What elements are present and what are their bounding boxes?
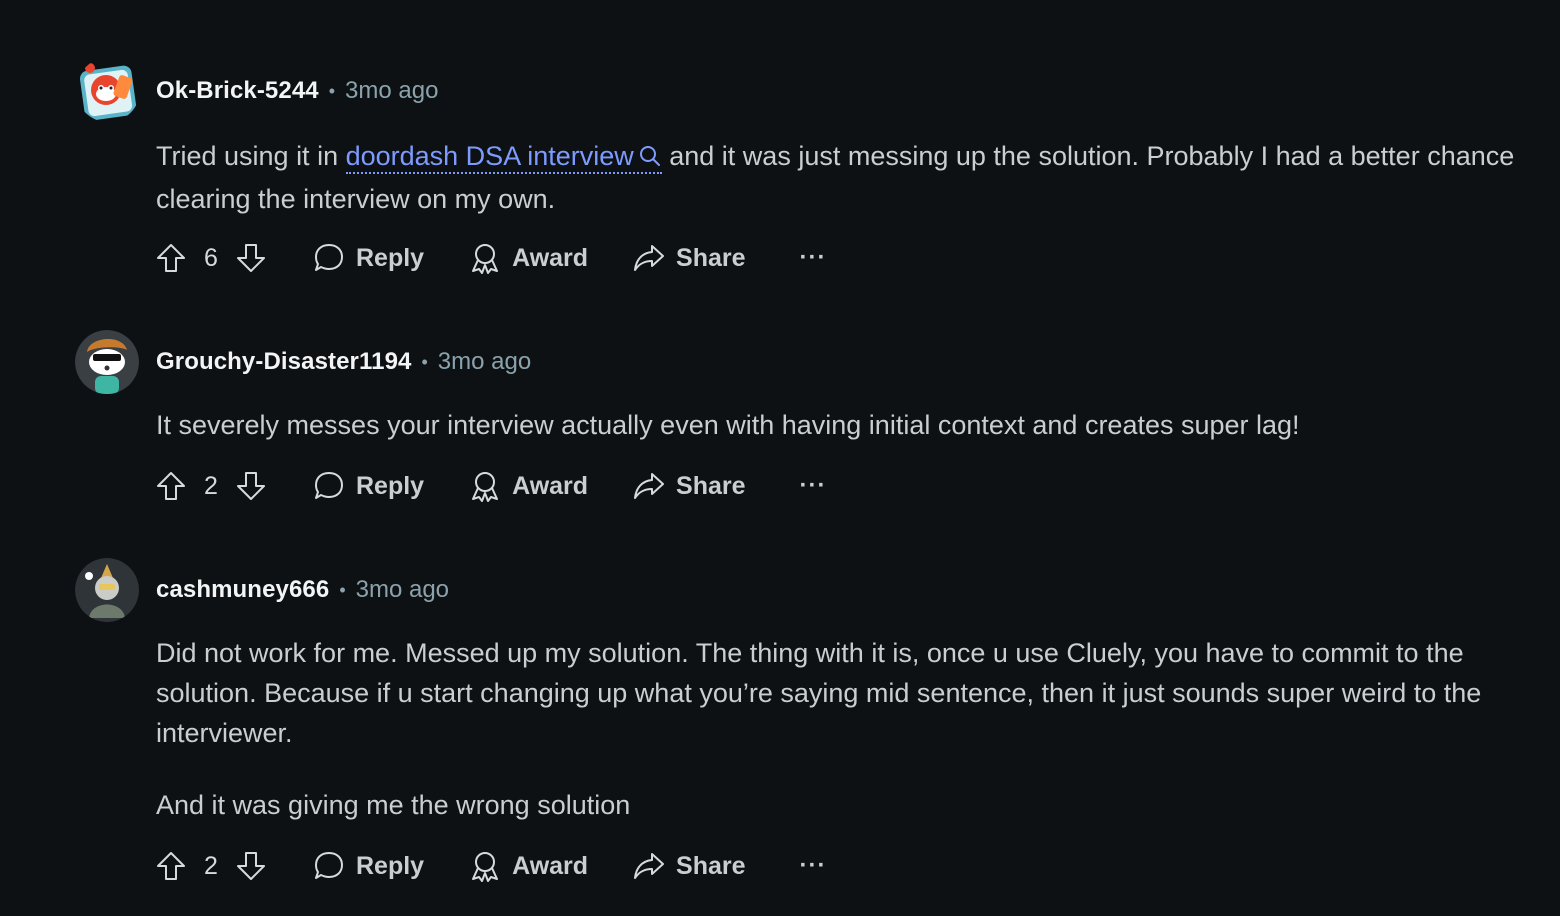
upvote-arrow-icon[interactable]	[154, 469, 188, 503]
username[interactable]: Grouchy-Disaster1194	[156, 348, 411, 376]
comment-meta: Ok-Brick-5244 • 3mo ago	[156, 74, 438, 108]
timestamp[interactable]: 3mo ago	[356, 576, 449, 604]
snoo-avatar-image	[75, 330, 139, 394]
comment-body: Did not work for me. Messed up my soluti…	[156, 633, 1536, 825]
reply-label: Reply	[356, 471, 425, 500]
timestamp[interactable]: 3mo ago	[438, 348, 531, 376]
speech-bubble-icon	[315, 852, 343, 879]
snoo-avatar-image	[75, 558, 139, 622]
more-options-button[interactable]: ···	[800, 852, 827, 880]
avatar[interactable]	[76, 58, 140, 122]
award-button[interactable]: Award	[468, 849, 588, 883]
share-button[interactable]: Share	[632, 469, 746, 503]
speech-bubble-icon	[315, 472, 343, 499]
vote-control: 2	[154, 849, 268, 883]
share-arrow-icon	[634, 473, 665, 499]
comment-body: It severely messes your interview actual…	[156, 405, 1536, 445]
downvote-arrow-icon[interactable]	[234, 849, 268, 883]
meta-separator: •	[421, 351, 428, 372]
award-ribbon-icon	[472, 244, 499, 274]
reply-button[interactable]: Reply	[312, 469, 424, 503]
avatar[interactable]	[75, 558, 139, 622]
vote-control: 2	[154, 469, 268, 503]
vote-count: 6	[204, 243, 218, 272]
more-options-button[interactable]: ···	[800, 472, 827, 500]
comment-actions: 6 Reply Award Share ···	[154, 236, 827, 280]
reply-button[interactable]: Reply	[312, 849, 424, 883]
comment-meta: cashmuney666 • 3mo ago	[156, 573, 449, 607]
comment-paragraph: Did not work for me. Messed up my soluti…	[156, 638, 1482, 748]
reply-button[interactable]: Reply	[312, 241, 424, 275]
comment-meta: Grouchy-Disaster1194 • 3mo ago	[156, 345, 531, 379]
meta-separator: •	[328, 80, 336, 101]
username[interactable]: cashmuney666	[156, 576, 329, 604]
award-label: Award	[512, 243, 589, 272]
search-link-label: doordash DSA interview	[345, 141, 634, 171]
downvote-arrow-icon[interactable]	[234, 469, 268, 503]
award-label: Award	[512, 851, 589, 880]
timestamp[interactable]: 3mo ago	[345, 77, 438, 105]
award-ribbon-icon	[472, 472, 499, 502]
comment-actions: 2 Reply Award Share ···	[154, 464, 827, 508]
award-ribbon-icon	[472, 852, 499, 882]
vote-count: 2	[204, 851, 218, 880]
award-button[interactable]: Award	[468, 241, 588, 275]
username[interactable]: Ok-Brick-5244	[156, 77, 319, 105]
award-label: Award	[512, 471, 589, 500]
avatar[interactable]	[75, 330, 139, 394]
snoo-avatar-image	[79, 63, 137, 121]
reply-label: Reply	[356, 243, 425, 272]
share-button[interactable]: Share	[632, 241, 746, 275]
comment-body: Tried using it in doordash DSA interview…	[156, 135, 1536, 221]
vote-control: 6	[154, 241, 268, 275]
upvote-arrow-icon[interactable]	[154, 241, 188, 275]
more-options-button[interactable]: ···	[800, 244, 827, 272]
comment-paragraph: It severely messes your interview actual…	[156, 410, 1300, 440]
vote-count: 2	[204, 471, 218, 500]
share-arrow-icon	[634, 853, 665, 879]
search-icon	[639, 146, 660, 166]
speech-bubble-icon	[315, 244, 343, 271]
comment-paragraph: And it was giving me the wrong solution	[156, 790, 631, 820]
meta-separator: •	[339, 579, 346, 600]
upvote-arrow-icon[interactable]	[154, 849, 188, 883]
share-arrow-icon	[634, 245, 665, 271]
comment-actions: 2 Reply Award Share ···	[154, 844, 827, 888]
share-button[interactable]: Share	[632, 849, 746, 883]
downvote-arrow-icon[interactable]	[234, 241, 268, 275]
comment-thread: Ok-Brick-5244 • 3mo ago Tried using it i…	[0, 0, 1560, 916]
text-before-link: Tried using it in	[156, 141, 346, 171]
search-link[interactable]: doordash DSA interview	[345, 141, 662, 174]
comment-paragraph: Tried using it in doordash DSA interview…	[156, 135, 1536, 221]
award-button[interactable]: Award	[468, 469, 588, 503]
reply-label: Reply	[356, 851, 425, 880]
share-label: Share	[676, 243, 746, 272]
share-label: Share	[676, 851, 746, 880]
share-label: Share	[676, 471, 746, 500]
